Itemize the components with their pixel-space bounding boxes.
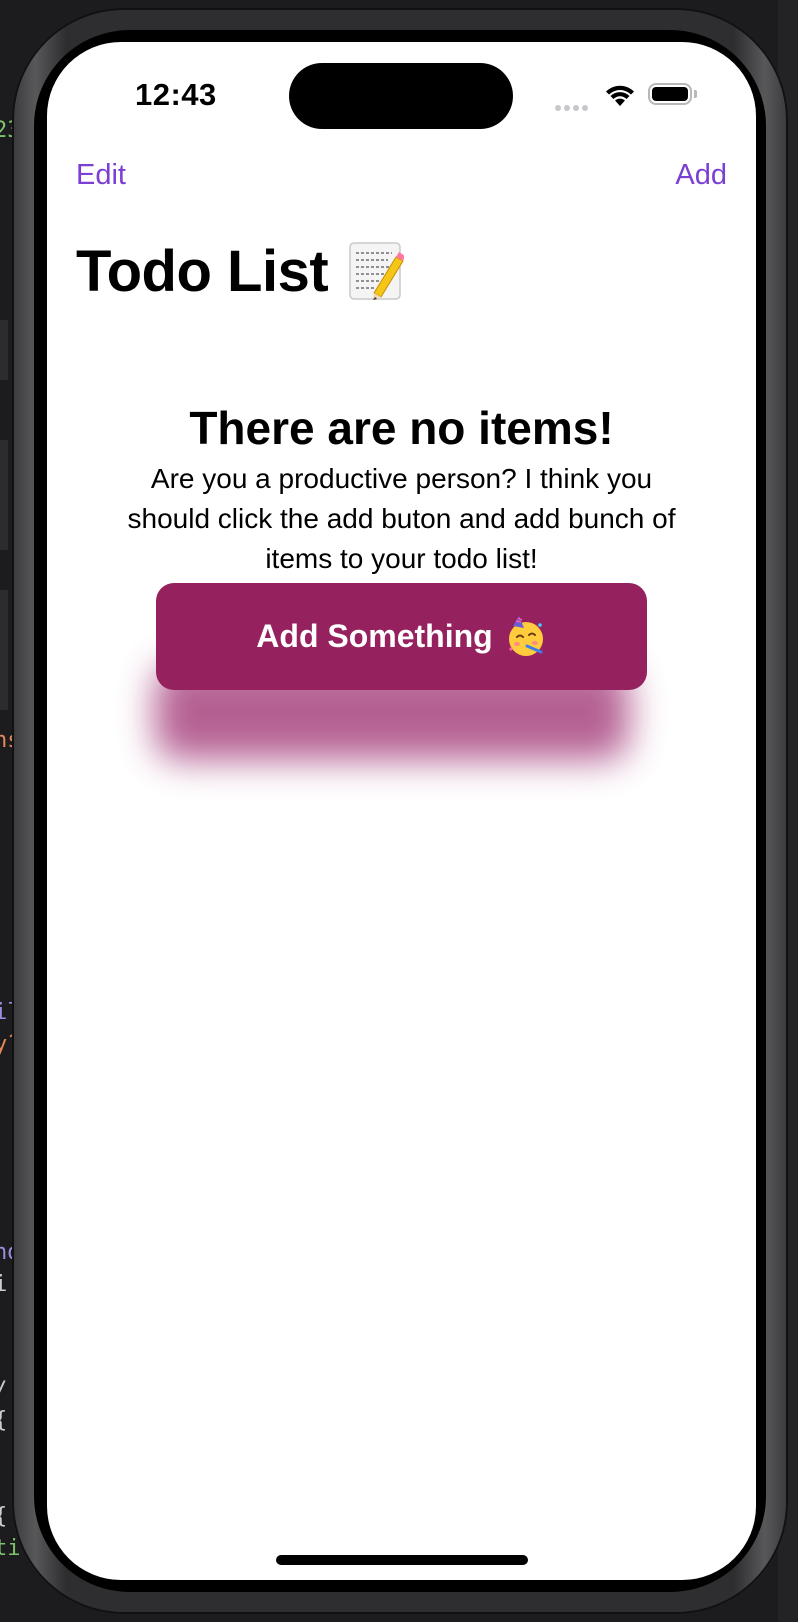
add-something-button-label: Add Something — [256, 618, 493, 654]
background-panel — [0, 440, 8, 550]
page-title: Todo List — [76, 238, 405, 305]
dynamic-island — [289, 63, 513, 129]
cellular-signal-icon — [555, 98, 591, 116]
wifi-icon — [606, 85, 634, 106]
page-title-text: Todo List — [76, 239, 329, 304]
partying-face-icon — [508, 615, 543, 656]
battery-icon — [648, 83, 697, 105]
edit-button[interactable]: Edit — [76, 159, 126, 192]
home-indicator[interactable] — [276, 1555, 528, 1565]
empty-state-message: Are you a productive person? I think you… — [127, 463, 676, 574]
status-time: 12:43 — [135, 77, 217, 112]
background-panel — [0, 320, 8, 380]
add-something-button[interactable]: Add Something — [156, 583, 647, 690]
background-panel — [0, 590, 8, 710]
memo-icon — [349, 241, 405, 300]
app-screen: 12:43 Edit Add Todo List There are no it… — [47, 42, 756, 1580]
add-button[interactable]: Add — [675, 159, 727, 192]
empty-state-title: There are no items! — [189, 402, 614, 454]
